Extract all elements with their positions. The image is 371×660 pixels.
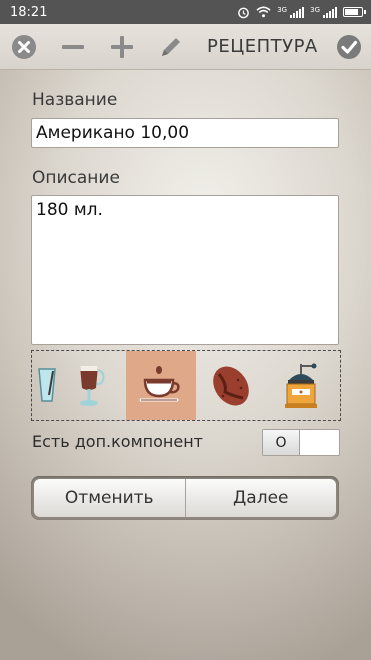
status-bar: 18:21 3G 3G bbox=[0, 0, 371, 24]
toolbar: РЕЦЕПТУРА bbox=[0, 24, 371, 70]
strip-item-irish-coffee[interactable] bbox=[54, 351, 124, 420]
status-icons: 3G 3G bbox=[237, 5, 366, 19]
next-button[interactable]: Далее bbox=[185, 479, 336, 517]
minus-icon[interactable] bbox=[59, 33, 86, 61]
cancel-button[interactable]: Отменить bbox=[34, 479, 186, 517]
extra-component-toggle[interactable]: O bbox=[262, 429, 340, 456]
check-icon[interactable] bbox=[336, 33, 363, 61]
status-time: 18:21 bbox=[10, 4, 48, 20]
name-label: Название bbox=[32, 90, 118, 110]
description-textarea[interactable]: 180 мл. bbox=[31, 195, 339, 345]
plus-icon[interactable] bbox=[109, 33, 136, 61]
icon-carousel[interactable] bbox=[31, 350, 341, 421]
irish-coffee-icon bbox=[80, 365, 105, 406]
page-title: РЕЦЕПТУРА bbox=[207, 36, 318, 57]
extra-component-label: Есть доп.компонент bbox=[32, 432, 203, 451]
coffee-cup-icon bbox=[139, 365, 180, 401]
strip-item-coffee-grinder[interactable] bbox=[266, 351, 336, 420]
name-input[interactable]: Американо 10,00 bbox=[31, 118, 339, 148]
network-type-1: 3G bbox=[277, 5, 288, 14]
action-buttons: Отменить Далее bbox=[31, 476, 339, 520]
wifi-icon bbox=[256, 6, 271, 18]
strip-item-coffee-cup[interactable] bbox=[126, 351, 196, 420]
signal-icon-1 bbox=[290, 6, 305, 18]
alarm-icon bbox=[238, 7, 250, 18]
pencil-icon[interactable] bbox=[158, 33, 185, 61]
description-label: Описание bbox=[32, 168, 120, 188]
battery-icon bbox=[343, 7, 366, 17]
close-icon[interactable] bbox=[10, 33, 37, 61]
network-type-2: 3G bbox=[310, 5, 320, 14]
toggle-knob: O bbox=[263, 430, 300, 455]
coffee-bean-icon bbox=[213, 366, 249, 405]
coffee-grinder-icon bbox=[285, 363, 317, 408]
signal-icon-2 bbox=[323, 6, 337, 18]
strip-item-coffee-bean[interactable] bbox=[196, 351, 266, 420]
